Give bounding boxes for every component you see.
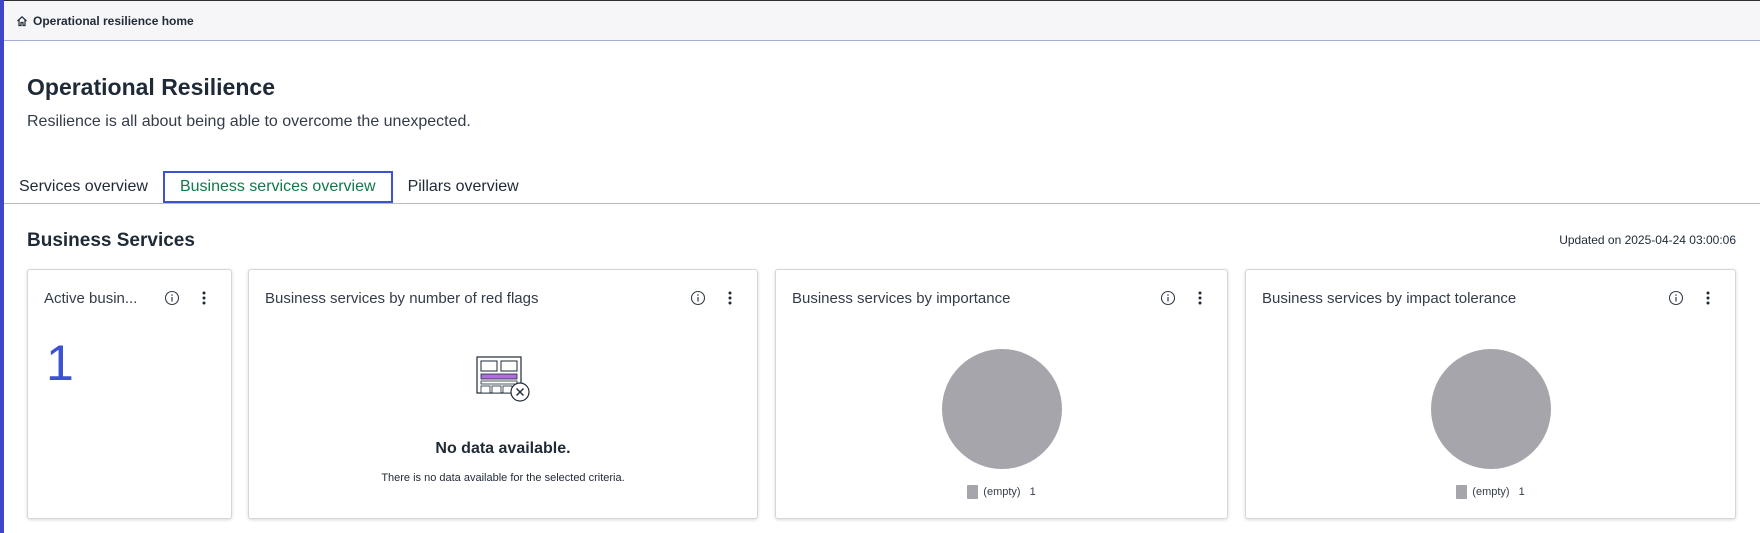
breadcrumb-home-link[interactable]: Operational resilience home <box>33 14 194 28</box>
more-options-icon[interactable] <box>721 289 739 307</box>
card-importance: Business services by importance (empty) … <box>775 269 1228 519</box>
chart-legend[interactable]: (empty) 1 <box>1246 485 1735 499</box>
more-options-icon[interactable] <box>195 289 213 307</box>
tab-bar: Services overview Business services over… <box>4 171 1760 204</box>
kpi-value[interactable]: 1 <box>46 334 74 392</box>
legend-swatch <box>967 485 979 499</box>
card-red-flags: Business services by number of red flags… <box>248 269 758 519</box>
chart-legend[interactable]: (empty) 1 <box>776 485 1227 499</box>
tab-services-overview[interactable]: Services overview <box>4 171 163 203</box>
page-title: Operational Resilience <box>27 74 275 100</box>
left-accent-bar <box>0 0 4 533</box>
card-active-business-services[interactable]: Active busin... 1 <box>27 269 232 519</box>
card-title: Business services by impact tolerance <box>1262 290 1517 307</box>
pie-chart <box>1430 348 1552 475</box>
info-icon[interactable] <box>1159 289 1177 307</box>
updated-timestamp: Updated on 2025-04-24 03:00:06 <box>1559 233 1736 247</box>
pie-slice[interactable] <box>941 349 1062 469</box>
card-actions <box>163 289 213 307</box>
pie-chart <box>941 348 1063 475</box>
legend-value: 1 <box>1518 486 1525 498</box>
more-options-icon[interactable] <box>1699 289 1717 307</box>
tab-pillars-overview[interactable]: Pillars overview <box>393 171 534 203</box>
legend-label: (empty) <box>983 486 1021 498</box>
info-icon[interactable] <box>1667 289 1685 307</box>
card-actions <box>1159 289 1209 307</box>
tab-business-services-overview[interactable]: Business services overview <box>162 171 393 203</box>
page-subtitle: Resilience is all about being able to ov… <box>27 113 471 130</box>
no-data-description: There is no data available for the selec… <box>381 472 625 484</box>
card-actions <box>689 289 739 307</box>
legend-value: 1 <box>1029 486 1036 498</box>
card-impact-tolerance: Business services by impact tolerance (e… <box>1245 269 1736 519</box>
no-data-title: No data available. <box>435 440 571 457</box>
card-actions <box>1667 289 1717 307</box>
no-data-illustration-icon <box>475 355 531 410</box>
info-icon[interactable] <box>163 289 181 307</box>
breadcrumb-bar: Operational resilience home <box>4 0 1760 41</box>
card-title: Business services by number of red flags <box>265 290 539 307</box>
legend-swatch <box>1456 485 1468 499</box>
more-options-icon[interactable] <box>1191 289 1209 307</box>
page-header: Operational Resilience Resilience is all… <box>27 74 471 131</box>
home-icon[interactable] <box>16 15 28 27</box>
info-icon[interactable] <box>689 289 707 307</box>
section-title: Business Services <box>27 230 195 251</box>
pie-slice[interactable] <box>1430 349 1551 469</box>
card-title: Business services by importance <box>792 290 1011 307</box>
card-title: Active busin... <box>44 290 138 307</box>
legend-label: (empty) <box>1472 486 1510 498</box>
